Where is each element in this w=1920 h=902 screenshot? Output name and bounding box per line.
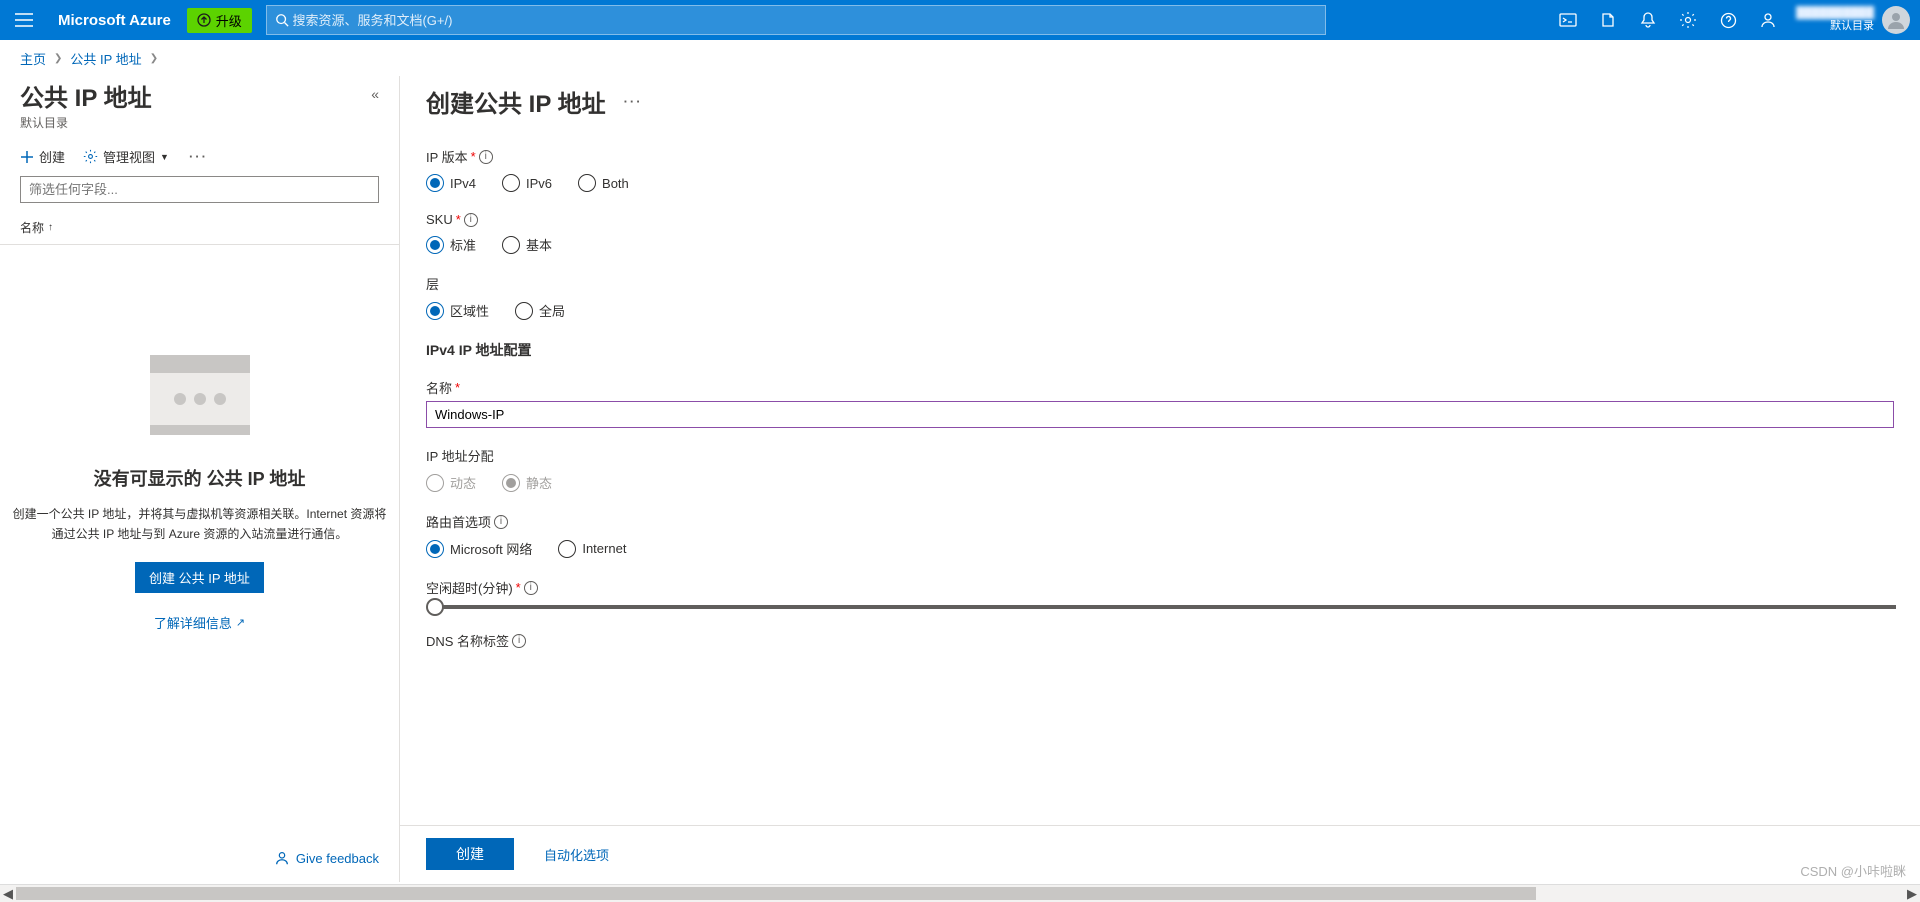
list-blade: 公共 IP 地址 默认目录 « 创建 管理视图 ▼ ··· 名称 ↑: [0, 76, 400, 882]
watermark: CSDN @小咔啦眯: [1800, 861, 1906, 880]
empty-title: 没有可显示的 公共 IP 地址: [94, 465, 306, 491]
ip-version-label: IP 版本* i: [426, 147, 1894, 166]
timeout-slider[interactable]: [428, 605, 1896, 609]
list-toolbar: 创建 管理视图 ▼ ···: [0, 141, 399, 176]
radio-assignment-dynamic: 动态: [426, 473, 476, 492]
ipv4-config-section: IPv4 IP 地址配置: [426, 340, 1894, 360]
create-blade: 创建公共 IP 地址 ··· IP 版本* i IPv4 IPv6 Both S…: [400, 76, 1920, 882]
sku-label: SKU* i: [426, 212, 1894, 227]
help-icon[interactable]: [1708, 0, 1748, 40]
account-directory: 默认目录: [1830, 20, 1874, 33]
scroll-left-icon[interactable]: ◀: [0, 885, 16, 902]
info-icon[interactable]: i: [494, 515, 508, 529]
radio-sku-standard[interactable]: 标准: [426, 235, 476, 254]
chevron-right-icon: ❯: [54, 53, 62, 64]
form-footer: 创建 自动化选项: [400, 825, 1920, 882]
create-button[interactable]: 创建: [20, 147, 65, 166]
empty-graphic: [150, 355, 250, 435]
settings-icon[interactable]: [1668, 0, 1708, 40]
breadcrumb-public-ip[interactable]: 公共 IP 地址: [70, 49, 141, 68]
timeout-label: 空闲超时(分钟)* i: [426, 578, 1894, 597]
info-icon[interactable]: i: [524, 581, 538, 595]
dns-label: DNS 名称标签 i: [426, 631, 1894, 650]
blade-title: 公共 IP 地址: [20, 86, 152, 112]
radio-ipv6[interactable]: IPv6: [502, 174, 552, 192]
upgrade-button[interactable]: 升级: [187, 8, 252, 33]
radio-assignment-static: 静态: [502, 473, 552, 492]
chevron-down-icon: ▼: [160, 152, 169, 162]
radio-routing-microsoft[interactable]: Microsoft 网络: [426, 539, 532, 558]
plus-icon: [20, 150, 34, 164]
blade-subtitle: 默认目录: [20, 114, 152, 131]
directories-icon[interactable]: [1588, 0, 1628, 40]
external-link-icon: ↗: [236, 616, 245, 629]
feedback-icon[interactable]: [1748, 0, 1788, 40]
radio-ipv4[interactable]: IPv4: [426, 174, 476, 192]
give-feedback-button[interactable]: Give feedback: [274, 850, 379, 866]
menu-icon[interactable]: [0, 0, 48, 40]
info-icon[interactable]: i: [512, 634, 526, 648]
top-bar: Microsoft Azure 升级 ██████████ 默认目录: [0, 0, 1920, 40]
more-button[interactable]: ···: [187, 149, 210, 164]
radio-routing-internet[interactable]: Internet: [558, 540, 626, 558]
avatar[interactable]: [1882, 6, 1910, 34]
name-label: 名称*: [426, 378, 1894, 397]
collapse-button[interactable]: «: [371, 86, 379, 102]
brand-label[interactable]: Microsoft Azure: [48, 12, 187, 29]
automation-options-link[interactable]: 自动化选项: [544, 845, 609, 864]
column-header-name[interactable]: 名称 ↑: [0, 215, 399, 245]
account-block[interactable]: ██████████ 默认目录: [1788, 7, 1880, 33]
breadcrumb-home[interactable]: 主页: [20, 49, 46, 68]
feedback-person-icon: [274, 850, 290, 866]
create-label: 创建: [39, 147, 65, 166]
upgrade-icon: [197, 13, 211, 27]
tier-label: 层: [426, 274, 1894, 293]
notifications-icon[interactable]: [1628, 0, 1668, 40]
learn-more-link[interactable]: 了解详细信息 ↗: [154, 613, 245, 632]
cloud-shell-icon[interactable]: [1548, 0, 1588, 40]
search-icon: [275, 13, 289, 27]
info-icon[interactable]: i: [479, 150, 493, 164]
scroll-right-icon[interactable]: ▶: [1904, 885, 1920, 902]
radio-both[interactable]: Both: [578, 174, 629, 192]
sort-asc-icon: ↑: [48, 222, 53, 233]
form-title: 创建公共 IP 地址: [426, 84, 606, 119]
radio-tier-regional[interactable]: 区域性: [426, 301, 489, 320]
top-right-tools: ██████████ 默认目录: [1548, 0, 1920, 40]
search-input[interactable]: [292, 13, 1316, 28]
filter-input[interactable]: [20, 176, 379, 203]
form-more-button[interactable]: ···: [622, 94, 645, 109]
breadcrumb: 主页 ❯ 公共 IP 地址 ❯: [0, 40, 1920, 76]
chevron-right-icon: ❯: [150, 53, 158, 64]
global-search[interactable]: [266, 5, 1326, 35]
empty-state: 没有可显示的 公共 IP 地址 创建一个公共 IP 地址，并将其与虚拟机等资源相…: [0, 355, 399, 631]
radio-tier-global[interactable]: 全局: [515, 301, 565, 320]
create-public-ip-button[interactable]: 创建 公共 IP 地址: [135, 562, 264, 593]
empty-description: 创建一个公共 IP 地址，并将其与虚拟机等资源相关联。Internet 资源将通…: [10, 505, 389, 543]
info-icon[interactable]: i: [464, 213, 478, 227]
submit-create-button[interactable]: 创建: [426, 838, 514, 870]
manage-view-button[interactable]: 管理视图 ▼: [83, 147, 169, 166]
gear-icon: [83, 149, 98, 164]
account-email: ██████████: [1796, 7, 1874, 20]
horizontal-scrollbar[interactable]: ◀ ▶: [0, 884, 1920, 902]
upgrade-label: 升级: [216, 11, 242, 30]
manage-view-label: 管理视图: [103, 147, 155, 166]
radio-sku-basic[interactable]: 基本: [502, 235, 552, 254]
name-input[interactable]: [426, 401, 1894, 428]
assignment-label: IP 地址分配: [426, 446, 1894, 465]
routing-label: 路由首选项 i: [426, 512, 1894, 531]
